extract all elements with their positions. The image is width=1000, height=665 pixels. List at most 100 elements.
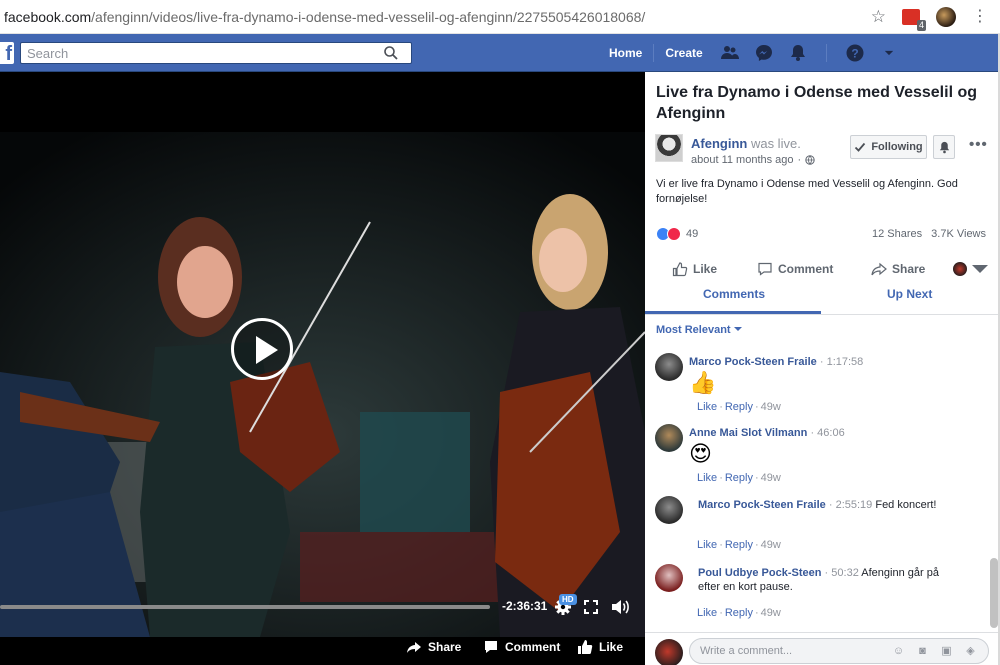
browser-menu-icon[interactable]: ⋮ [972,9,988,25]
gif-icon[interactable]: ▣ [939,643,954,658]
composer-icons: ☺ ◙ ▣ ◈ [891,643,978,658]
reaction-icons[interactable] [656,227,681,241]
share-button[interactable]: Share [871,261,925,277]
post-text: Vi er live fra Dynamo i Odense med Vesse… [656,178,958,205]
comment-button[interactable]: Comment [757,261,833,277]
nav-divider [653,44,655,62]
comment-sort-dropdown[interactable]: Most Relevant [656,324,742,336]
comment-video-time[interactable]: 2:55:19 [836,499,873,511]
sticker-icon[interactable]: ◈ [963,643,978,658]
volume-icon[interactable] [610,597,630,617]
comment-age[interactable]: 49w [761,539,781,551]
facebook-logo[interactable]: f [0,42,14,64]
comment-age[interactable]: 49w [761,607,781,619]
comment-dot: · [824,567,829,579]
panel-scrollbar[interactable] [990,558,998,628]
commenter-name[interactable]: Poul Udbye Pock-Steen [698,567,821,579]
comment-reply-link[interactable]: Reply [725,401,753,413]
love-reaction-icon [667,227,681,241]
comment-like-link[interactable]: Like [697,539,717,551]
nav-home[interactable]: Home [602,46,649,60]
video-player[interactable]: -2:36:31 HD Share Comment Like [0,72,645,665]
nav-create[interactable]: Create [658,46,709,60]
commenter-name[interactable]: Marco Pock-Steen Fraile [698,499,826,511]
search-icon[interactable] [383,45,399,61]
notifications-bell-icon[interactable] [788,43,808,63]
friend-requests-icon[interactable] [720,43,740,63]
fullscreen-icon[interactable] [582,598,600,616]
comment-dot: · [810,427,815,439]
video-comment-button[interactable]: Comment [483,639,560,655]
extension-icon[interactable]: 4 [902,9,926,31]
bookmark-star-icon[interactable]: ☆ [871,7,886,27]
facebook-top-bar: f Home Create ? [0,34,998,72]
comment-like-link[interactable]: Like [697,472,717,484]
comment-like-link[interactable]: Like [697,607,717,619]
post-as-selector[interactable] [953,261,988,277]
comment-reply-link[interactable]: Reply [725,539,753,551]
comment-age[interactable]: 49w [761,401,781,413]
video-like-button[interactable]: Like [577,639,623,655]
camera-icon[interactable]: ◙ [915,643,930,658]
comment-actions: Like · Reply · 49w [697,607,781,619]
share-count[interactable]: 12 Shares [872,228,922,240]
video-progress-bar[interactable] [0,605,490,609]
author-avatar[interactable] [655,134,683,162]
notification-settings-button[interactable] [933,135,955,159]
tabs-divider [645,314,998,315]
separator-dot: · [797,154,802,166]
comment-actions: Like · Reply · 49w [697,472,781,484]
tab-up-next[interactable]: Up Next [887,287,932,301]
comment-reply-link[interactable]: Reply [725,472,753,484]
browser-url-bar[interactable]: facebook.com/afenginn/videos/live-fra-dy… [0,0,1000,34]
browser-profile-avatar[interactable] [936,7,956,27]
post-timestamp[interactable]: about 11 months ago [691,154,794,166]
commenter-avatar[interactable] [655,564,683,592]
share-arrow-icon [871,262,887,276]
following-button[interactable]: Following [850,135,927,159]
comment-header: Marco Pock-Steen Fraile · 2:55:19 Fed ko… [698,498,948,512]
comment-text: Fed koncert! [875,499,937,511]
bell-icon [939,141,949,153]
commenter-avatar[interactable] [655,424,683,452]
dot: · [754,472,759,484]
panel-tabs: Comments Up Next [645,284,998,315]
comment-video-time[interactable]: 46:06 [817,427,845,439]
following-label: Following [871,141,923,153]
search-input[interactable] [21,43,381,63]
account-menu-chevron-icon[interactable] [879,43,899,63]
more-options-icon[interactable]: ••• [969,136,988,153]
comment-like-link[interactable]: Like [697,401,717,413]
commenter-name[interactable]: Anne Mai Slot Vilmann [689,427,807,439]
comment-video-time[interactable]: 1:17:58 [827,356,864,368]
search-box[interactable] [20,42,412,64]
author-name[interactable]: Afenginn [691,136,747,151]
url-domain: facebook.com [4,9,92,25]
comment-age[interactable]: 49w [761,472,781,484]
messenger-icon[interactable] [754,43,774,63]
url-text[interactable]: facebook.com/afenginn/videos/live-fra-dy… [4,9,645,25]
comment-reply-link[interactable]: Reply [725,607,753,619]
dot: · [719,539,723,551]
commenter-name[interactable]: Marco Pock-Steen Fraile [689,356,817,368]
help-icon[interactable]: ? [845,43,865,63]
commenter-avatar[interactable] [655,353,683,381]
comment-input[interactable] [700,642,880,660]
comment-input-box[interactable]: ☺ ◙ ▣ ◈ [689,638,989,664]
comment-video-time[interactable]: 50:32 [831,567,859,579]
like-button[interactable]: Like [672,261,717,277]
emoji-icon[interactable]: ☺ [891,643,906,658]
dot: · [719,607,723,619]
author-line: Afenginn was live. [691,136,801,151]
thumbs-up-icon [672,262,688,277]
comment-actions: Like · Reply · 49w [697,401,781,413]
tab-comments[interactable]: Comments [703,287,765,301]
comment-bubble-icon [485,641,497,653]
time-remaining: -2:36:31 [502,599,548,613]
selector-avatar [953,262,967,276]
reaction-count[interactable]: 49 [686,228,698,240]
video-share-button[interactable]: Share [406,639,461,655]
play-button[interactable] [231,318,293,380]
commenter-avatar[interactable] [655,496,683,524]
chevron-down-icon [972,265,988,273]
